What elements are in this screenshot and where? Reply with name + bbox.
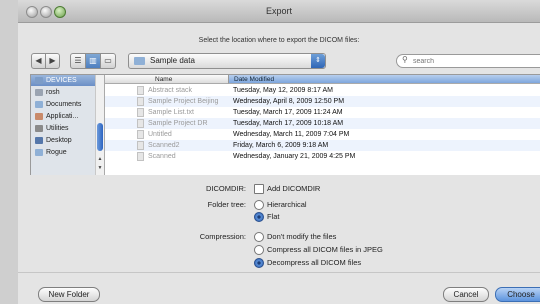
dicomdir-label: DICOMDIR: [206, 184, 246, 193]
dialog-prompt: Select the location where to export the … [198, 37, 360, 44]
flat-text: Flat [267, 212, 280, 221]
file-row[interactable]: Scanned2 Friday, March 6, 2009 9:18 AM [105, 140, 540, 151]
file-row[interactable]: Untitled Wednesday, March 11, 2009 7:04 … [105, 129, 540, 140]
divider [18, 272, 540, 273]
sidebar: DEVICES rosh Documents Applicati... Util… [31, 75, 95, 175]
file-row[interactable]: Sample Project DR Tuesday, March 17, 200… [105, 118, 540, 129]
list-view-icon: ☰ [74, 56, 82, 65]
cancel-button[interactable]: Cancel [443, 287, 489, 302]
tools-icon [35, 124, 43, 132]
column-view-button[interactable]: ▥ [85, 53, 101, 69]
file-row[interactable]: Sample Project Beijing Wednesday, April … [105, 96, 540, 107]
sidebar-item-documents[interactable]: Documents [35, 99, 95, 110]
desktop-icon [35, 136, 43, 144]
forward-button[interactable]: ▶ [45, 53, 60, 69]
sidebar-item-applications[interactable]: Applicati... [35, 111, 95, 122]
sidebar-item-home[interactable]: rosh [35, 87, 95, 98]
add-dicomdir-text: Add DICOMDIR [267, 184, 321, 193]
column-view-icon: ▥ [89, 56, 97, 65]
file-row[interactable]: Sample List.txt Tuesday, March 17, 2009 … [105, 107, 540, 118]
scroll-down-icon[interactable]: ▼ [96, 164, 104, 172]
hierarchical-radio[interactable] [254, 200, 264, 210]
coverflow-icon: ▭ [104, 56, 112, 65]
applications-icon [35, 112, 43, 120]
folder-tree-label: Folder tree: [207, 200, 246, 209]
file-icon [137, 118, 144, 128]
dont-modify-text: Don't modify the files [267, 232, 337, 241]
file-browser: DEVICES rosh Documents Applicati... Util… [30, 74, 540, 175]
compress-jpeg-text: Compress all DICOM files in JPEG [267, 245, 383, 254]
file-icon [137, 96, 144, 106]
compress-jpeg-radio[interactable] [254, 245, 264, 255]
back-button[interactable]: ◀ [31, 53, 46, 69]
new-folder-button[interactable]: New Folder [38, 287, 100, 302]
disk-icon [35, 76, 43, 84]
file-row[interactable]: Scanned Wednesday, January 21, 2009 4:25… [105, 151, 540, 162]
file-icon [137, 129, 144, 139]
title-bar: Export [18, 0, 540, 23]
file-row[interactable]: Abstract stack Tuesday, May 12, 2009 8:1… [105, 85, 540, 96]
search-icon: ⚲ [402, 55, 408, 64]
compression-label: Compression: [199, 232, 246, 241]
window-title: Export [265, 6, 292, 16]
folder-icon [35, 148, 43, 156]
sidebar-item-utilities[interactable]: Utilities [35, 123, 95, 134]
home-icon [35, 88, 43, 96]
file-icon [137, 85, 144, 95]
sidebar-scrollbar[interactable]: ▲ ▼ [95, 75, 105, 175]
scrollbar-thumb[interactable] [97, 123, 103, 151]
decompress-radio[interactable] [254, 258, 264, 268]
location-popup[interactable]: Sample data ⇕ [128, 53, 326, 69]
sidebar-item-desktop[interactable]: Desktop [35, 135, 95, 146]
file-icon [137, 140, 144, 150]
folder-icon [134, 57, 145, 65]
folder-icon [35, 100, 43, 108]
scroll-up-icon[interactable]: ▲ [96, 155, 104, 163]
column-header-name[interactable]: Name [105, 75, 228, 84]
column-header-date[interactable]: Date Modified [228, 75, 540, 84]
flat-radio[interactable] [254, 212, 264, 222]
choose-button[interactable]: Choose [495, 287, 540, 302]
list-view-button[interactable]: ☰ [70, 53, 86, 69]
file-list: Name Date Modified Abstract stack Tuesda… [105, 75, 540, 175]
popup-arrows-icon: ⇕ [311, 54, 325, 68]
toolbar: ◀ ▶ ☰ ▥ ▭ Sample data ⇕ ⚲ [18, 53, 540, 69]
add-dicomdir-checkbox[interactable] [254, 184, 264, 194]
sidebar-item-devices[interactable]: DEVICES [31, 75, 95, 86]
dont-modify-radio[interactable] [254, 232, 264, 242]
sidebar-item-rogue[interactable]: Rogue [35, 147, 95, 158]
search-field[interactable]: ⚲ [396, 54, 540, 68]
hierarchical-text: Hierarchical [267, 200, 307, 209]
export-options: DICOMDIR: Add DICOMDIR Folder tree: Hier… [18, 178, 540, 274]
coverflow-view-button[interactable]: ▭ [100, 53, 116, 69]
location-label: Sample data [150, 56, 195, 65]
decompress-text: Decompress all DICOM files [267, 258, 362, 267]
search-input[interactable] [413, 55, 533, 67]
file-icon [137, 107, 144, 117]
file-icon [137, 151, 144, 161]
export-dialog: Export Select the location where to expo… [18, 0, 540, 304]
